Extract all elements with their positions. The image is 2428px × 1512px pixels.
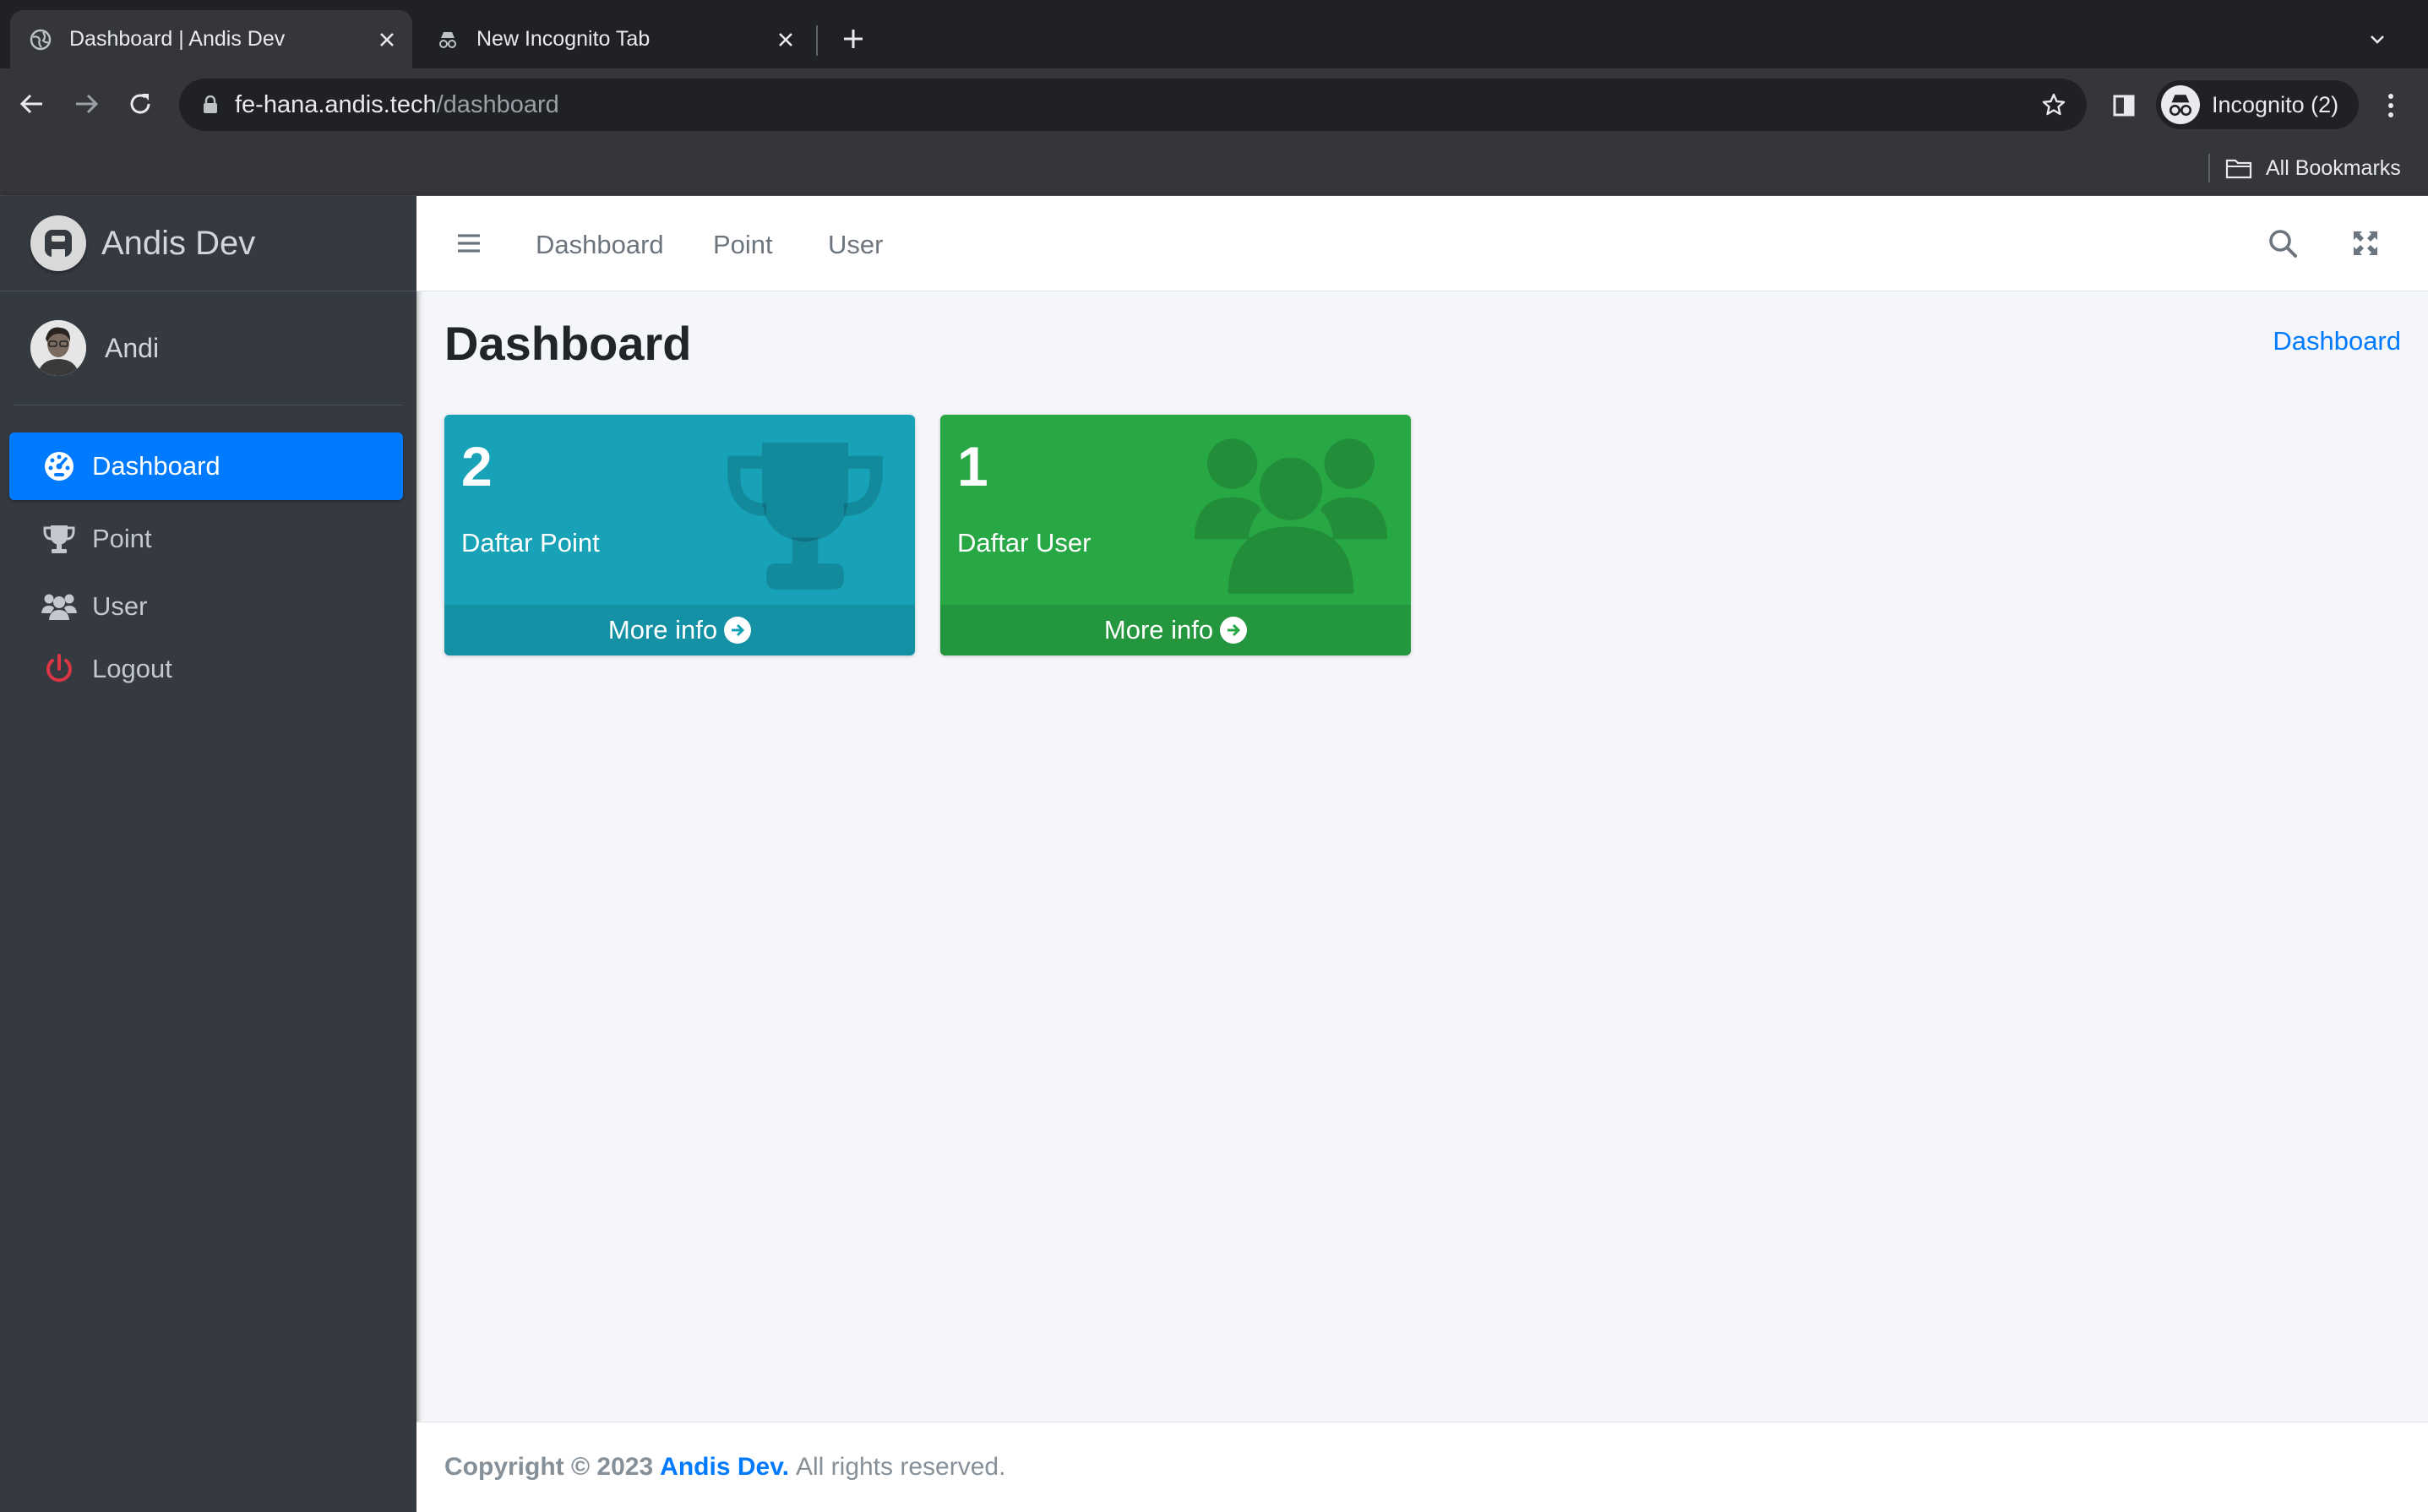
topnav-link-user[interactable]: User: [828, 230, 883, 260]
breadcrumb[interactable]: Dashboard: [2273, 326, 2401, 356]
browser-tab-incognito[interactable]: New Incognito Tab: [422, 10, 811, 68]
rights-text: All rights reserved.: [795, 1453, 1006, 1481]
sidebar-item-dashboard[interactable]: Dashboard: [9, 432, 403, 500]
sidebar-item-label: User: [92, 591, 148, 621]
sidebar-item-logout[interactable]: Logout: [9, 640, 403, 698]
incognito-icon: [436, 28, 460, 52]
reload-icon[interactable]: [122, 85, 159, 122]
trophy-icon: [40, 519, 79, 558]
chevron-down-icon[interactable]: [2360, 22, 2394, 56]
lock-icon[interactable]: [198, 92, 223, 117]
power-icon: [40, 650, 79, 688]
close-tab-icon[interactable]: [370, 23, 404, 57]
incognito-profile-button[interactable]: Incognito (2): [2156, 80, 2359, 129]
page-footer: Copyright © 2023 Andis Dev. All rights r…: [416, 1422, 2428, 1512]
sidebar-nav: Dashboard Point User Logout: [0, 405, 416, 698]
all-bookmarks-label: All Bookmarks: [2266, 155, 2401, 180]
forward-arrow-icon[interactable]: [68, 85, 105, 122]
incognito-icon: [2161, 85, 2200, 124]
users-icon: [1195, 438, 1387, 598]
footer-brand-link[interactable]: Andis Dev.: [660, 1453, 789, 1482]
address-bar[interactable]: fe-hana.andis.tech/dashboard: [179, 79, 2087, 131]
copyright-text: Copyright © 2023: [444, 1453, 654, 1481]
top-navbar: Dashboard Point User: [416, 196, 2428, 291]
browser-tab-strip: Dashboard | Andis Dev New Incognito Tab: [0, 0, 2428, 68]
sidebar-item-label: Dashboard: [92, 451, 220, 481]
profile-label: Incognito (2): [2212, 91, 2339, 117]
brand-link[interactable]: Andis Dev: [0, 196, 416, 291]
brand-logo: [30, 215, 86, 271]
bookmarks-bar: All Bookmarks: [0, 140, 2428, 196]
sidebar-item-user[interactable]: User: [9, 578, 403, 635]
brand-text: Andis Dev: [101, 224, 256, 262]
browser-toolbar: fe-hana.andis.tech/dashboard Incognito (…: [0, 68, 2428, 140]
small-box-point: 2 Daftar Point More info: [444, 415, 915, 655]
sidebar-item-label: Logout: [92, 654, 172, 683]
user-name: Andi: [105, 332, 160, 363]
more-info-label: More info: [607, 615, 718, 645]
kebab-menu-icon[interactable]: [2374, 87, 2408, 124]
hamburger-menu-icon[interactable]: [452, 226, 486, 260]
tab-title: Dashboard | Andis Dev: [69, 27, 286, 51]
small-box-user: 1 Daftar User More info: [940, 415, 1411, 655]
more-info-link[interactable]: More info: [444, 605, 915, 655]
user-panel[interactable]: Andi: [14, 291, 403, 405]
more-info-label: More info: [1103, 615, 1214, 645]
arrow-circle-right-icon: [724, 617, 752, 644]
users-icon: [40, 587, 79, 626]
more-info-link[interactable]: More info: [940, 605, 1411, 655]
close-tab-icon[interactable]: [769, 23, 803, 57]
arrow-circle-right-icon: [1220, 617, 1248, 644]
sidebar: Andis Dev Andi Dashboard Point User Logo…: [0, 196, 416, 1512]
search-icon[interactable]: [2264, 225, 2301, 262]
folder-icon: [2225, 156, 2254, 180]
bookmarks-divider: [2208, 154, 2210, 182]
avatar: [30, 320, 86, 376]
tab-title: New Incognito Tab: [476, 27, 651, 51]
back-arrow-icon[interactable]: [14, 85, 51, 122]
url-text: fe-hana.andis.tech/dashboard: [235, 90, 559, 118]
browser-tab-dashboard[interactable]: Dashboard | Andis Dev: [10, 10, 412, 68]
page-title: Dashboard: [444, 317, 692, 370]
globe-icon: [29, 28, 52, 52]
bookmark-star-icon[interactable]: [2039, 90, 2068, 119]
fullscreen-expand-icon[interactable]: [2349, 226, 2382, 260]
topnav-link-dashboard[interactable]: Dashboard: [536, 230, 664, 260]
new-tab-plus-icon[interactable]: [836, 22, 870, 56]
side-panel-icon[interactable]: [2105, 87, 2142, 124]
trophy-icon: [719, 438, 891, 598]
tachometer-icon: [40, 447, 79, 486]
topnav-link-point[interactable]: Point: [713, 230, 773, 260]
sidebar-item-label: Point: [92, 524, 152, 553]
tab-divider: [816, 25, 818, 56]
sidebar-item-point[interactable]: Point: [9, 505, 403, 573]
all-bookmarks-button[interactable]: All Bookmarks: [2225, 150, 2401, 186]
